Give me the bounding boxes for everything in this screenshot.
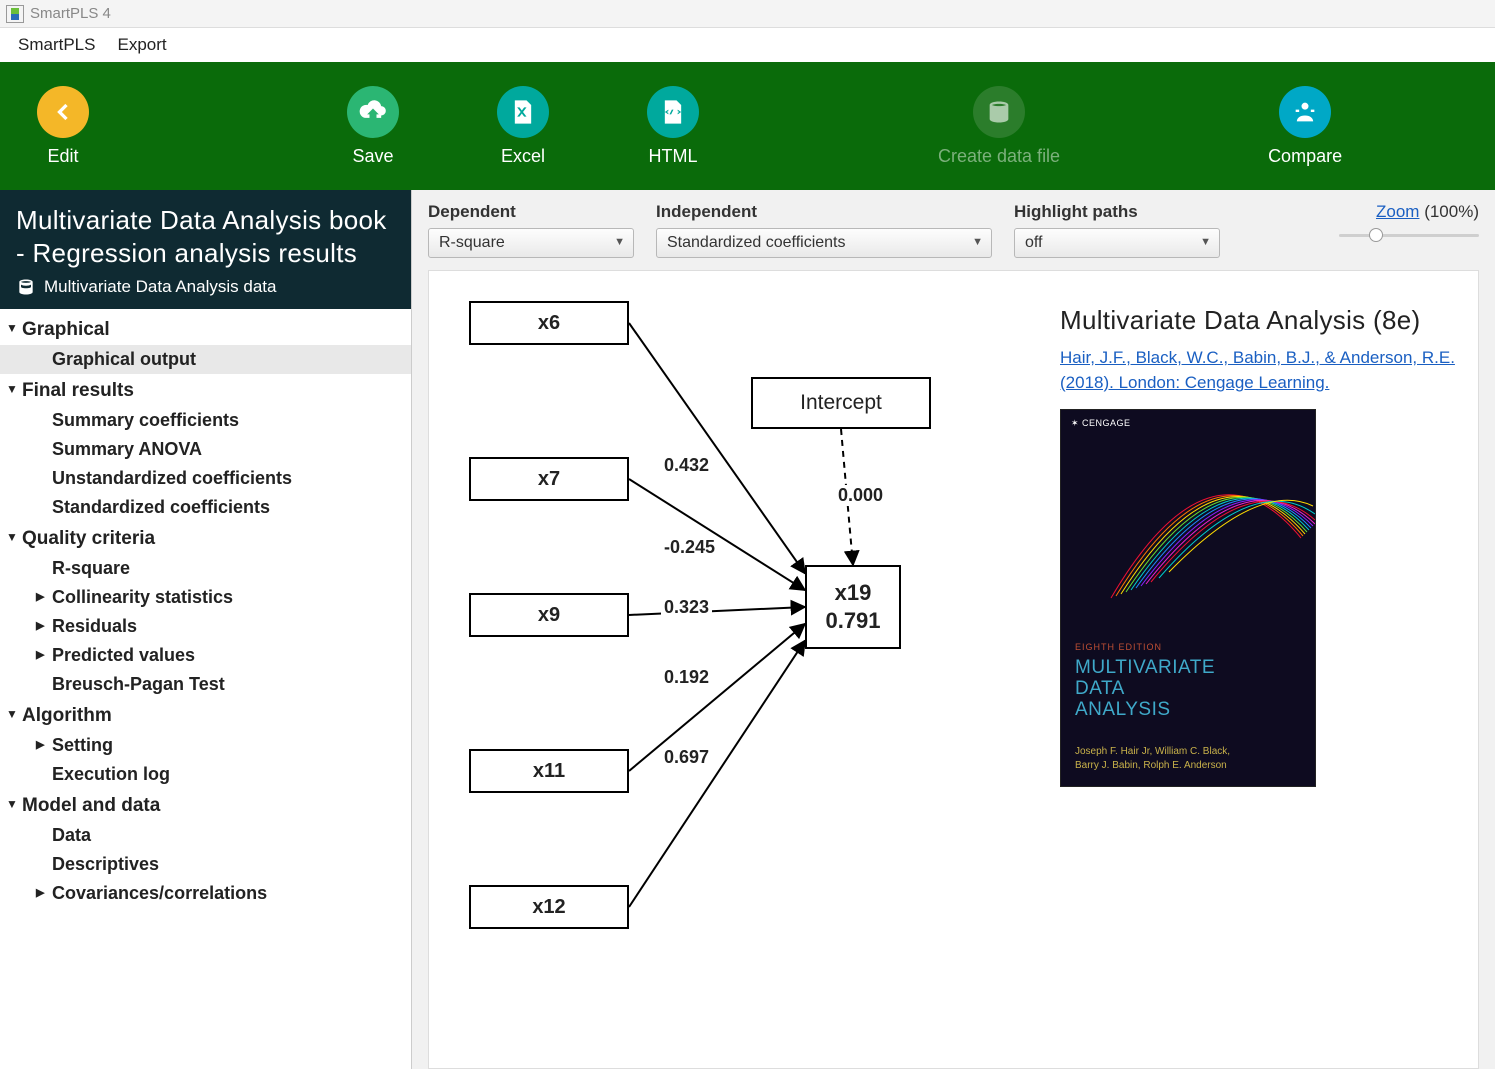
tree-item[interactable]: Graphical output [0,345,411,374]
db-icon [973,86,1025,138]
node-x9[interactable]: x9 [469,593,629,637]
cloud-up-icon [347,86,399,138]
sidebar: Multivariate Data Analysis book - Regres… [0,190,412,1069]
tree-item[interactable]: Execution log [0,760,411,789]
info-citation-link[interactable]: Hair, J.F., Black, W.C., Babin, B.J., & … [1060,346,1456,395]
info-title: Multivariate Data Analysis (8e) [1060,305,1456,336]
app-icon [6,5,24,23]
independent-dropdown[interactable]: Standardized coefficients [656,228,992,258]
excel-icon [497,86,549,138]
tree-item[interactable]: Summary coefficients [0,406,411,435]
menu-bar: SmartPLS Export [0,28,1495,62]
arrow-left-icon [37,86,89,138]
tree-section[interactable]: Graphical [0,313,411,345]
book-swirl-art [1091,418,1316,628]
html-button[interactable]: HTML [628,86,718,167]
book-cover: CENGAGE [1060,409,1316,787]
tree-item[interactable]: R-square [0,554,411,583]
diagram-canvas[interactable]: Multivariate Data Analysis (8e) Hair, J.… [428,270,1479,1069]
create-data-file-button: Create data file [938,86,1060,167]
tree-section[interactable]: Final results [0,374,411,406]
dependent-label: Dependent [428,202,634,222]
excel-button[interactable]: Excel [478,86,568,167]
node-x6[interactable]: x6 [469,301,629,345]
tree-item[interactable]: Covariances/correlations [0,879,411,908]
tree-item[interactable]: Data [0,821,411,850]
tree-section[interactable]: Model and data [0,789,411,821]
html-icon [647,86,699,138]
tree-section[interactable]: Algorithm [0,699,411,731]
sidebar-title: Multivariate Data Analysis book - Regres… [16,204,395,269]
dependent-dropdown[interactable]: R-square [428,228,634,258]
node-x12[interactable]: x12 [469,885,629,929]
sidebar-subtitle: Multivariate Data Analysis data [16,277,395,297]
path-coef-label: -0.245 [661,537,718,558]
node-target[interactable]: x190.791 [805,565,901,649]
tree-item[interactable]: Predicted values [0,641,411,670]
menu-item-smartpls[interactable]: SmartPLS [18,35,95,55]
sidebar-tree: GraphicalGraphical outputFinal resultsSu… [0,309,411,918]
node-x7[interactable]: x7 [469,457,629,501]
app-title: SmartPLS 4 [30,5,111,22]
title-bar: SmartPLS 4 [0,0,1495,28]
canvas-area: Dependent R-square Independent Standardi… [412,190,1495,1069]
zoom-link[interactable]: Zoom [1376,202,1419,221]
node-x11[interactable]: x11 [469,749,629,793]
tree-section[interactable]: Quality criteria [0,522,411,554]
path-coef-label: 0.323 [661,597,712,618]
controls-row: Dependent R-square Independent Standardi… [428,202,1479,258]
tree-item[interactable]: Breusch-Pagan Test [0,670,411,699]
path-coef-label: 0.697 [661,747,712,768]
tree-item[interactable]: Setting [0,731,411,760]
compare-icon [1279,86,1331,138]
compare-button[interactable]: Compare [1260,86,1350,167]
tree-item[interactable]: Summary ANOVA [0,435,411,464]
info-panel: Multivariate Data Analysis (8e) Hair, J.… [1060,305,1456,787]
save-button[interactable]: Save [328,86,418,167]
toolbar: Edit Save Excel HTML Create data file Co… [0,62,1495,190]
tree-item[interactable]: Collinearity statistics [0,583,411,612]
zoom-label: Zoom (100%) [1376,202,1479,222]
zoom-slider[interactable] [1339,228,1479,242]
independent-label: Independent [656,202,992,222]
db-small-icon [16,277,36,297]
tree-item[interactable]: Standardized coefficients [0,493,411,522]
path-coef-label: 0.192 [661,667,712,688]
highlight-label: Highlight paths [1014,202,1220,222]
node-intercept[interactable]: Intercept [751,377,931,429]
tree-item[interactable]: Residuals [0,612,411,641]
tree-item[interactable]: Descriptives [0,850,411,879]
path-coef-label: 0.000 [835,485,886,506]
highlight-dropdown[interactable]: off [1014,228,1220,258]
sidebar-header: Multivariate Data Analysis book - Regres… [0,190,411,309]
tree-item[interactable]: Unstandardized coefficients [0,464,411,493]
edit-button[interactable]: Edit [18,86,108,167]
path-coef-label: 0.432 [661,455,712,476]
menu-item-export[interactable]: Export [117,35,166,55]
